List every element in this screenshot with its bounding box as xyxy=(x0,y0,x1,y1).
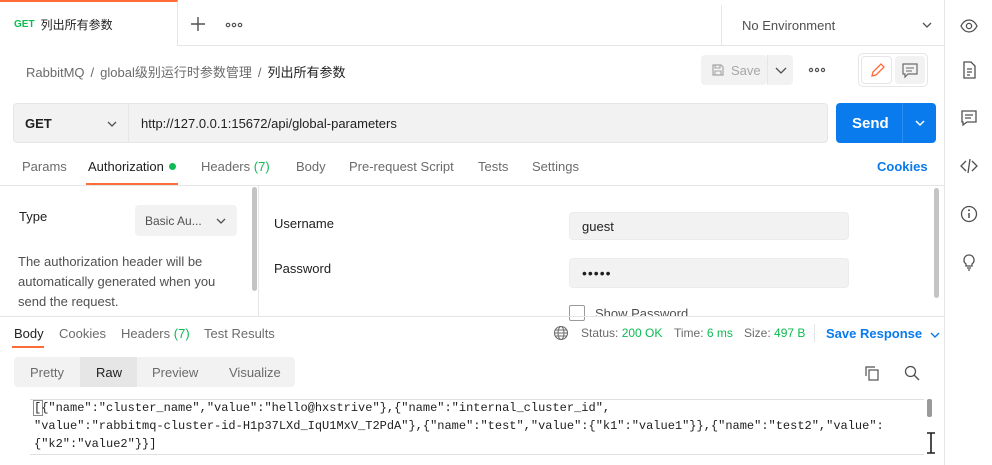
save-button-label: Save xyxy=(731,62,761,78)
auth-right-scrollbar[interactable] xyxy=(934,188,939,298)
response-tab-cookies[interactable]: Cookies xyxy=(59,326,106,341)
response-tab-body[interactable]: Body xyxy=(14,326,44,341)
request-tab-method: GET xyxy=(14,18,35,30)
tab-params[interactable]: Params xyxy=(22,159,67,174)
tab-authorization-label: Authorization xyxy=(88,159,164,174)
send-button-divider xyxy=(902,103,903,143)
response-tab-test-results[interactable]: Test Results xyxy=(204,326,275,341)
auth-type-select[interactable]: Basic Au... xyxy=(135,205,237,236)
format-preview-button[interactable]: Preview xyxy=(152,357,198,387)
response-status: Status: 200 OK xyxy=(581,326,662,340)
chevron-down-icon xyxy=(775,67,787,74)
password-field[interactable]: ••••• xyxy=(569,258,849,288)
tab-active-indicator-dot xyxy=(168,163,176,170)
send-button[interactable]: Send xyxy=(836,103,936,143)
response-size: Size: 497 B xyxy=(744,326,805,340)
cookies-link[interactable]: Cookies xyxy=(877,159,928,174)
tab-headers-count: (7) xyxy=(253,159,270,174)
tab-headers-label: Headers xyxy=(201,159,251,174)
breadcrumb-separator: / xyxy=(90,65,95,80)
save-response-button[interactable]: Save Response xyxy=(826,326,940,341)
tab-body[interactable]: Body xyxy=(296,159,326,174)
breadcrumb: RabbitMQ / global级别运行时参数管理 / 列出所有参数 xyxy=(26,62,346,81)
response-tab-headers[interactable]: Headers (7) xyxy=(121,326,190,341)
tab-settings[interactable]: Settings xyxy=(532,159,579,174)
globe-icon[interactable] xyxy=(553,325,569,341)
breadcrumb-collection[interactable]: RabbitMQ xyxy=(26,65,85,80)
search-icon[interactable] xyxy=(903,364,921,382)
documentation-mode-button[interactable] xyxy=(895,56,925,84)
tab-headers[interactable]: Headers (7) xyxy=(201,159,270,174)
pencil-icon xyxy=(871,63,885,77)
url-input[interactable]: http://127.0.0.1:15672/api/global-parame… xyxy=(129,103,828,143)
save-button[interactable]: Save xyxy=(701,55,767,85)
tab-pre-request-script[interactable]: Pre-request Script xyxy=(349,159,454,174)
auth-description: The authorization header will be automat… xyxy=(18,254,216,309)
lightbulb-icon[interactable] xyxy=(959,252,979,272)
copy-icon[interactable] xyxy=(863,364,881,382)
tab-options-more-icon[interactable] xyxy=(224,14,244,34)
edit-mode-button[interactable] xyxy=(861,56,892,84)
send-options-chevron-icon[interactable] xyxy=(914,117,926,129)
response-raw-line: {"k2":"value2"}}] xyxy=(34,437,157,451)
method-selector-label: GET xyxy=(25,115,52,131)
method-selector[interactable]: GET xyxy=(13,103,129,143)
send-button-label: Send xyxy=(852,114,889,132)
breadcrumb-request[interactable]: 列出所有参数 xyxy=(267,65,345,80)
response-tab-headers-label: Headers xyxy=(121,326,171,341)
request-more-icon[interactable] xyxy=(806,60,828,80)
doc-comment-icon xyxy=(902,63,918,79)
response-body-raw[interactable]: [{"name":"cluster_name","value":"hello@h… xyxy=(34,399,924,453)
save-options-dropdown[interactable] xyxy=(767,55,793,85)
chevron-down-icon xyxy=(106,118,118,130)
auth-type-value: Basic Au... xyxy=(145,213,202,228)
size-value: 497 B xyxy=(774,326,806,340)
request-tab[interactable]: GET 列出所有参数 xyxy=(0,0,178,46)
breadcrumb-folder[interactable]: global级别运行时参数管理 xyxy=(100,65,252,80)
environment-selector-label: No Environment xyxy=(742,17,836,33)
tab-authorization[interactable]: Authorization xyxy=(88,159,176,174)
username-field[interactable]: guest xyxy=(569,212,849,240)
auth-type-label: Type xyxy=(19,209,48,224)
response-scrollbar[interactable] xyxy=(927,399,932,417)
code-snippet-icon[interactable] xyxy=(959,156,979,176)
auth-panel-divider xyxy=(258,186,259,316)
status-divider xyxy=(814,324,815,342)
request-tab-title: 列出所有参数 xyxy=(40,17,113,32)
comments-icon[interactable] xyxy=(959,108,979,128)
format-pretty-button[interactable]: Pretty xyxy=(30,357,64,387)
eye-icon[interactable] xyxy=(959,16,979,36)
response-time: Time: 6 ms xyxy=(674,326,733,340)
save-icon xyxy=(711,63,725,77)
status-label: Status: xyxy=(581,326,619,340)
response-tab-headers-count: (7) xyxy=(173,326,190,341)
new-tab-plus-icon[interactable] xyxy=(188,14,208,34)
format-raw-button[interactable]: Raw xyxy=(96,357,122,387)
environment-selector[interactable]: No Environment xyxy=(721,5,943,45)
request-tabs: Params Authorization Headers (7) Body Pr… xyxy=(0,154,944,186)
chevron-down-icon xyxy=(215,215,227,227)
response-raw-line: "value":"rabbitmq-cluster-id-H1p37LXd_Iq… xyxy=(34,419,884,433)
time-value: 6 ms xyxy=(706,326,733,340)
time-label: Time: xyxy=(674,326,704,340)
password-label: Password xyxy=(274,261,332,276)
format-visualize-button[interactable]: Visualize xyxy=(229,357,281,387)
response-raw-line: [{"name":"cluster_name","value":"hello@h… xyxy=(34,401,611,415)
tab-tests[interactable]: Tests xyxy=(478,159,508,174)
documentation-icon[interactable] xyxy=(959,60,979,80)
save-response-label: Save Response xyxy=(826,326,923,341)
info-icon[interactable] xyxy=(959,204,979,224)
active-tab-underline xyxy=(86,183,178,185)
size-label: Size: xyxy=(744,326,771,340)
right-context-bar xyxy=(944,0,992,465)
status-value: 200 OK xyxy=(621,326,663,340)
text-ibeam-cursor-icon xyxy=(926,432,936,454)
chevron-down-icon xyxy=(930,330,940,340)
active-response-tab-underline xyxy=(12,346,44,348)
chevron-down-icon xyxy=(921,19,933,31)
auth-left-scrollbar[interactable] xyxy=(252,187,257,291)
breadcrumb-separator: / xyxy=(257,65,262,80)
username-label: Username xyxy=(274,216,334,231)
